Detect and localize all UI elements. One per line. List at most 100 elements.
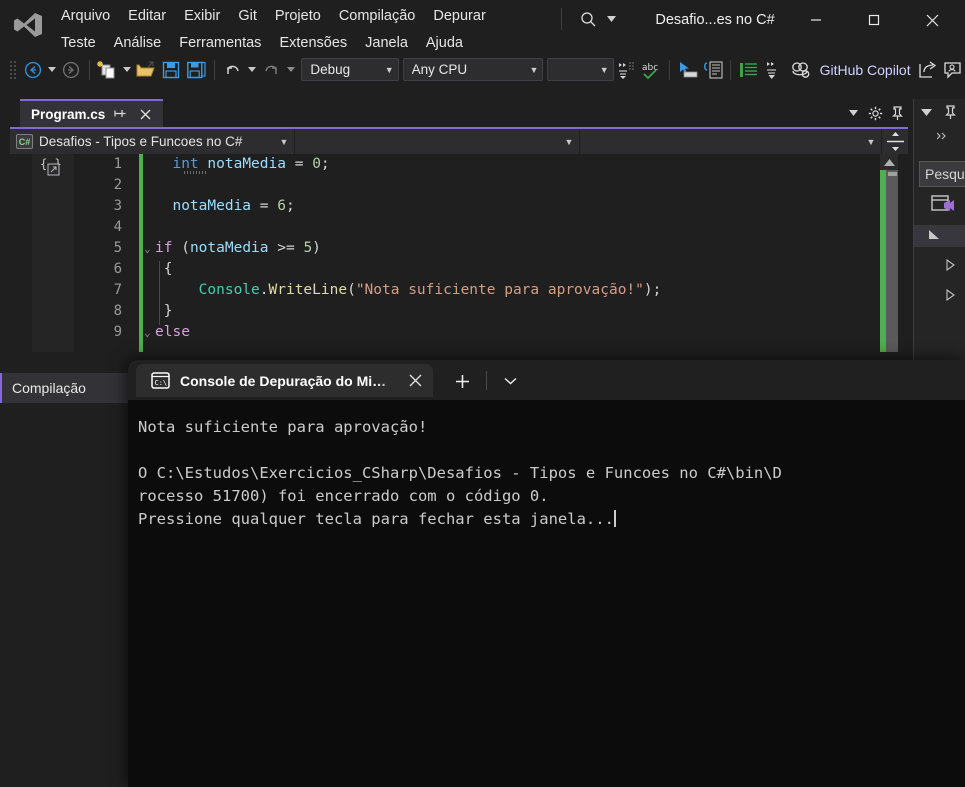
document-tab-program-cs[interactable]: Program.cs bbox=[20, 99, 164, 127]
code-token: ); bbox=[643, 282, 662, 298]
search-icon[interactable] bbox=[576, 7, 600, 31]
close-icon[interactable] bbox=[909, 0, 955, 40]
code-line[interactable]: } bbox=[144, 301, 884, 322]
code-line[interactable]: { bbox=[144, 259, 884, 280]
menu-item-ferramentas[interactable]: Ferramentas bbox=[170, 31, 270, 55]
solution-tree-row-expanded[interactable] bbox=[914, 225, 965, 247]
scrollbar-thumb[interactable] bbox=[886, 170, 898, 352]
new-project-chevron-down-icon[interactable] bbox=[120, 58, 134, 82]
chevron-down-icon: ▼ bbox=[529, 64, 539, 75]
editor-vertical-scrollbar[interactable] bbox=[880, 154, 898, 352]
save-icon[interactable] bbox=[159, 58, 184, 82]
pin-icon[interactable] bbox=[110, 104, 130, 124]
pin-dock-icon[interactable] bbox=[886, 102, 908, 124]
solution-tree-row-collapsed-1[interactable] bbox=[914, 255, 965, 277]
copilot-label: GitHub Copilot bbox=[819, 61, 911, 78]
open-file-icon[interactable] bbox=[134, 58, 159, 82]
console-output[interactable]: Nota suficiente para aprovação! O C:\Est… bbox=[128, 400, 965, 787]
menu-item-janela[interactable]: Janela bbox=[356, 31, 417, 55]
code-line[interactable] bbox=[144, 175, 884, 196]
tool-window-tab-label: Compilação bbox=[12, 380, 86, 396]
solution-configuration-dropdown[interactable]: Debug ▼ bbox=[301, 58, 399, 81]
close-icon[interactable] bbox=[135, 104, 155, 124]
spellcheck-abc-icon[interactable]: abc bbox=[639, 58, 664, 82]
minimize-icon[interactable] bbox=[793, 0, 839, 40]
menu-item-editar[interactable]: Editar bbox=[119, 4, 175, 28]
chevron-down-icon[interactable] bbox=[914, 100, 938, 124]
tab-overflow-chevron-down-icon[interactable] bbox=[842, 102, 864, 124]
undo-icon[interactable] bbox=[220, 58, 245, 82]
menu-item-teste[interactable]: Teste bbox=[52, 31, 105, 55]
undo-chevron-down-icon[interactable] bbox=[245, 58, 259, 82]
navigate-back-chevron-down-icon[interactable] bbox=[45, 58, 59, 82]
code-line[interactable]: ⌄ if (notaMedia >= 5) bbox=[144, 238, 884, 259]
code-text-area[interactable]: int notaMedia = 0; notaMedia = 6; ⌄ if (no… bbox=[144, 154, 884, 352]
code-token: int bbox=[172, 156, 199, 172]
console-tab-strip: C:\ Console de Depuração do Mi… bbox=[128, 360, 965, 400]
navbar-member-dropdown[interactable]: ▼ bbox=[580, 129, 882, 154]
editor-navigation-bar: C# Desafios - Tipos e Funcoes no C# ▼ ▼ … bbox=[10, 127, 908, 154]
code-line[interactable]: Console.WriteLine("Nota suficiente para … bbox=[144, 280, 884, 301]
code-token: 0 bbox=[312, 156, 321, 172]
tab-strip-actions bbox=[842, 99, 908, 127]
code-line[interactable] bbox=[144, 217, 884, 238]
editor-panel: Program.cs C# Desafios - Tipos e Funcoes… bbox=[10, 99, 908, 352]
close-icon[interactable] bbox=[403, 369, 427, 393]
new-project-icon[interactable] bbox=[95, 58, 120, 82]
drag-grip-icon[interactable] bbox=[8, 60, 18, 80]
navigate-back-icon[interactable] bbox=[20, 58, 45, 82]
github-copilot-icon[interactable] bbox=[787, 58, 816, 82]
scroll-up-icon[interactable] bbox=[880, 154, 898, 170]
solution-explorer-icon[interactable] bbox=[928, 191, 958, 219]
redo-chevron-down-icon[interactable] bbox=[284, 58, 298, 82]
comment-block-icon[interactable] bbox=[700, 58, 725, 82]
menu-item-ajuda[interactable]: Ajuda bbox=[417, 31, 472, 55]
split-view-icon[interactable] bbox=[882, 129, 908, 154]
menu-item-git[interactable]: Git bbox=[229, 4, 266, 28]
maximize-icon[interactable] bbox=[851, 0, 897, 40]
line-number: 2 bbox=[113, 177, 122, 193]
console-tab[interactable]: C:\ Console de Depuração do Mi… bbox=[136, 364, 433, 397]
line-number: 7 bbox=[113, 282, 122, 298]
pointer-select-icon[interactable] bbox=[675, 58, 700, 82]
chevron-down-icon[interactable] bbox=[496, 368, 524, 394]
solution-tree-row-collapsed-2[interactable] bbox=[914, 285, 965, 307]
menu-item-projeto[interactable]: Projeto bbox=[266, 4, 330, 28]
line-spacing-icon[interactable] bbox=[761, 58, 786, 82]
menu-item-exibir[interactable]: Exibir bbox=[175, 4, 229, 28]
start-debug-target-dropdown[interactable]: ▼ bbox=[547, 58, 614, 81]
menu-item-arquivo[interactable]: Arquivo bbox=[52, 4, 119, 28]
menu-item-depurar[interactable]: Depurar bbox=[424, 4, 494, 28]
redo-icon[interactable] bbox=[259, 58, 284, 82]
gear-icon[interactable] bbox=[864, 102, 886, 124]
menu-item-analise[interactable]: Análise bbox=[105, 31, 171, 55]
fold-collapse-icon[interactable]: ⌄ bbox=[144, 238, 155, 259]
collapse-right-icon[interactable] bbox=[932, 127, 956, 145]
indent-icon[interactable] bbox=[736, 58, 761, 82]
line-number: 5 bbox=[113, 240, 122, 256]
navbar-project-dropdown[interactable]: C# Desafios - Tipos e Funcoes no C# ▼ bbox=[10, 129, 295, 154]
navigate-forward-icon[interactable] bbox=[59, 58, 84, 82]
solution-platform-dropdown[interactable]: Any CPU ▼ bbox=[402, 58, 544, 81]
chevron-down-icon: ▼ bbox=[866, 136, 876, 147]
code-line[interactable]: ⌄ else bbox=[144, 322, 884, 343]
search-dropdown-chevron-down-icon[interactable] bbox=[602, 7, 620, 31]
editor-glyph-margin[interactable]: { } bbox=[32, 154, 74, 352]
search-input[interactable]: Pesqu bbox=[919, 161, 965, 187]
code-editor-surface[interactable]: { } 1 2 3 4 5 6 7 8 9 int notaMedia = 0; notaMed… bbox=[10, 154, 908, 352]
code-line[interactable]: int notaMedia = 0; bbox=[144, 154, 884, 175]
fold-collapse-icon[interactable]: ⌄ bbox=[144, 322, 155, 343]
code-line[interactable]: notaMedia = 6; bbox=[144, 196, 884, 217]
plus-icon[interactable] bbox=[448, 368, 476, 394]
share-icon[interactable] bbox=[915, 58, 940, 82]
feedback-icon[interactable] bbox=[940, 58, 965, 82]
save-all-icon[interactable] bbox=[184, 58, 209, 82]
menu-item-extensoes[interactable]: Extensões bbox=[270, 31, 356, 55]
solution-platform-value: Any CPU bbox=[411, 62, 468, 77]
stepping-icon[interactable] bbox=[614, 58, 639, 82]
chevron-down-icon: ▼ bbox=[599, 64, 609, 75]
menu-item-compilacao[interactable]: Compilação bbox=[330, 4, 425, 28]
navbar-type-dropdown[interactable]: ▼ bbox=[295, 129, 580, 154]
pin-icon[interactable] bbox=[938, 100, 962, 124]
